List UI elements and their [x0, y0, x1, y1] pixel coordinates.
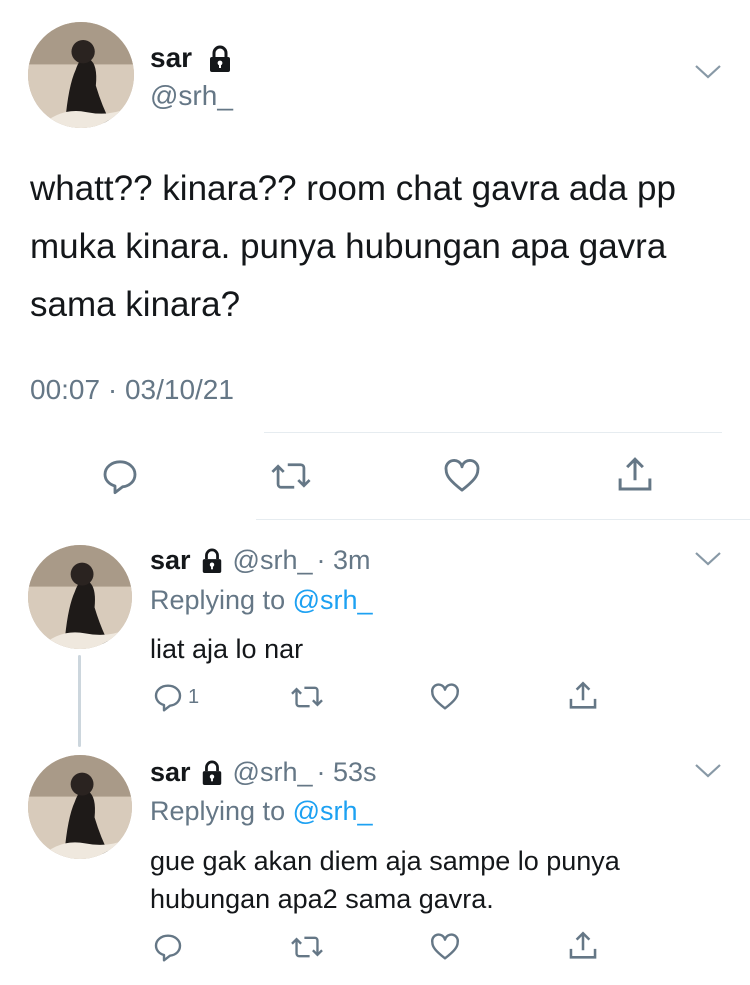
reply-button[interactable]: 1: [152, 681, 199, 713]
chevron-down-icon[interactable]: [694, 549, 722, 569]
avatar[interactable]: [28, 22, 134, 128]
relative-time[interactable]: · 3m: [316, 545, 370, 576]
retweet-button[interactable]: [290, 681, 324, 713]
thread-line: [78, 655, 81, 747]
display-name[interactable]: sar: [150, 42, 192, 74]
reply-icon: [103, 460, 137, 495]
reply-text: liat aja lo nar: [150, 634, 304, 664]
like-button[interactable]: [441, 456, 483, 496]
handle[interactable]: @srh_: [150, 80, 233, 112]
share-button[interactable]: [566, 679, 600, 713]
like-icon: [431, 933, 459, 960]
replying-prefix: Replying to: [150, 796, 286, 826]
replying-to: Replying to @srh_: [150, 585, 373, 616]
reply-header: sar @srh_ · 53s: [150, 757, 377, 788]
replying-to: Replying to @srh_: [150, 796, 373, 827]
reply-button[interactable]: [152, 931, 184, 963]
handle[interactable]: @srh_: [233, 757, 313, 788]
divider: [256, 519, 750, 520]
reply-count: 1: [188, 685, 200, 708]
lock-icon: [200, 760, 224, 786]
tweet-text: whatt?? kinara?? room chat gavra ada pp …: [30, 169, 676, 324]
like-icon: [444, 459, 480, 492]
retweet-button[interactable]: [270, 456, 312, 496]
lock-icon: [200, 548, 224, 574]
like-button[interactable]: [428, 931, 462, 963]
share-icon: [569, 931, 597, 959]
retweet-button[interactable]: [290, 931, 324, 963]
display-name[interactable]: sar: [150, 545, 191, 576]
like-button[interactable]: [428, 681, 462, 713]
avatar[interactable]: [28, 755, 132, 859]
retweet-icon: [291, 936, 323, 958]
timestamp: 00:07 · 03/10/21: [30, 374, 234, 405]
reply-button[interactable]: [100, 456, 140, 496]
mention-link[interactable]: @srh_: [293, 796, 373, 826]
divider: [264, 432, 722, 433]
retweet-icon: [271, 463, 311, 489]
avatar[interactable]: [28, 545, 132, 649]
reply-icon: [154, 934, 182, 962]
display-name[interactable]: sar: [150, 757, 191, 788]
reply-text: gue gak akan diem aja sampe lo punya hub…: [150, 846, 620, 914]
lock-icon: [207, 45, 233, 73]
share-button[interactable]: [566, 929, 600, 963]
replying-prefix: Replying to: [150, 585, 286, 615]
retweet-icon: [291, 686, 323, 708]
share-icon: [569, 681, 597, 709]
relative-time[interactable]: · 53s: [316, 757, 376, 788]
reply-header: sar @srh_ · 3m: [150, 545, 370, 576]
share-icon: [618, 457, 652, 491]
reply-icon: [154, 684, 182, 712]
mention-link[interactable]: @srh_: [293, 585, 373, 615]
share-button[interactable]: [614, 454, 656, 496]
chevron-down-icon[interactable]: [694, 761, 722, 781]
like-icon: [431, 683, 459, 710]
chevron-down-icon[interactable]: [694, 62, 722, 82]
handle[interactable]: @srh_: [233, 545, 313, 576]
